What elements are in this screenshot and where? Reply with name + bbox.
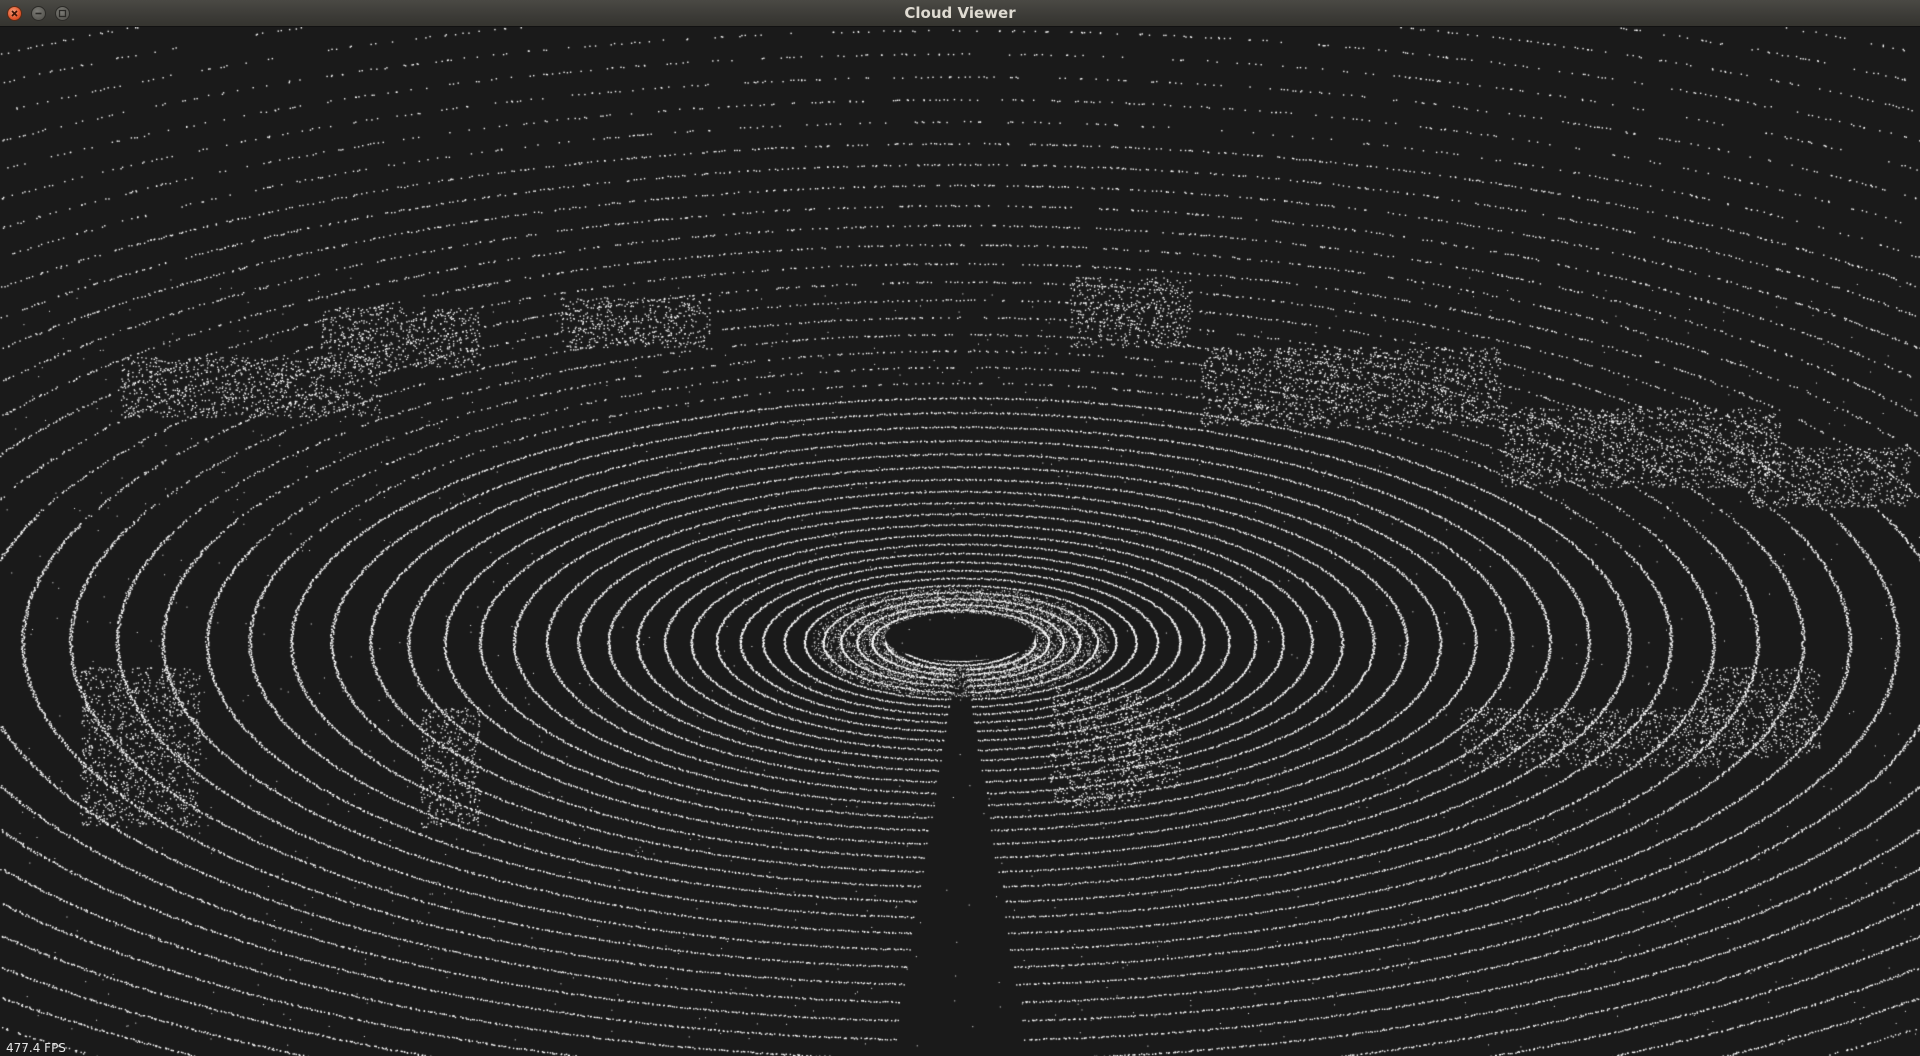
cloud-viewer-window: Cloud Viewer 477.4 FPS [0,0,1920,1056]
title-bar[interactable]: Cloud Viewer [0,0,1920,27]
window-title: Cloud Viewer [904,4,1016,22]
lidar-point-cloud [0,27,1920,1056]
point-cloud-viewport[interactable]: 477.4 FPS [0,27,1920,1056]
fps-counter: 477.4 FPS [6,1041,66,1055]
